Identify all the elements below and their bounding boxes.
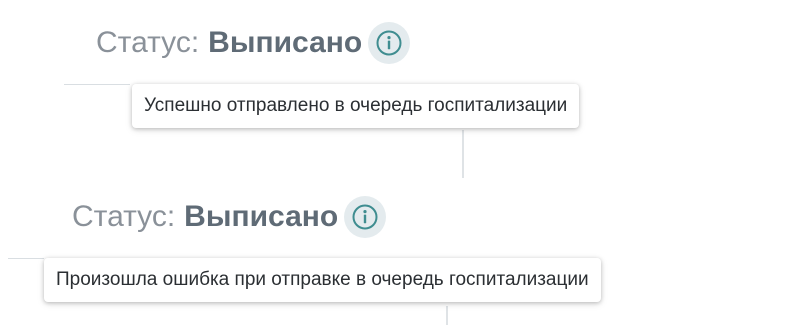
status-panel-error: Статус: Выписано Произошла ошибка при от… xyxy=(0,178,792,325)
tooltip-text: Произошла ошибка при отправке в очередь … xyxy=(56,269,589,290)
connector-line xyxy=(446,306,448,325)
info-button[interactable] xyxy=(344,196,387,238)
status-value: Выписано xyxy=(208,26,363,59)
tooltip-text: Успешно отправлено в очередь госпитализа… xyxy=(144,95,568,116)
info-circle-icon xyxy=(376,30,402,56)
info-circle-icon xyxy=(352,204,378,230)
status-label: Статус: xyxy=(72,200,176,233)
tooltip-error: Произошла ошибка при отправке в очередь … xyxy=(44,258,601,302)
divider-line xyxy=(64,84,130,85)
divider-line xyxy=(8,258,44,259)
status-panel-success: Статус: Выписано Успешно отправлено в оч… xyxy=(0,0,792,178)
status-value: Выписано xyxy=(184,200,339,233)
connector-line xyxy=(462,130,464,178)
status-row: Статус: Выписано xyxy=(72,196,387,238)
info-button[interactable] xyxy=(368,22,411,64)
tooltip-success: Успешно отправлено в очередь госпитализа… xyxy=(132,84,580,128)
status-label: Статус: xyxy=(96,26,200,59)
status-row: Статус: Выписано xyxy=(96,22,411,64)
